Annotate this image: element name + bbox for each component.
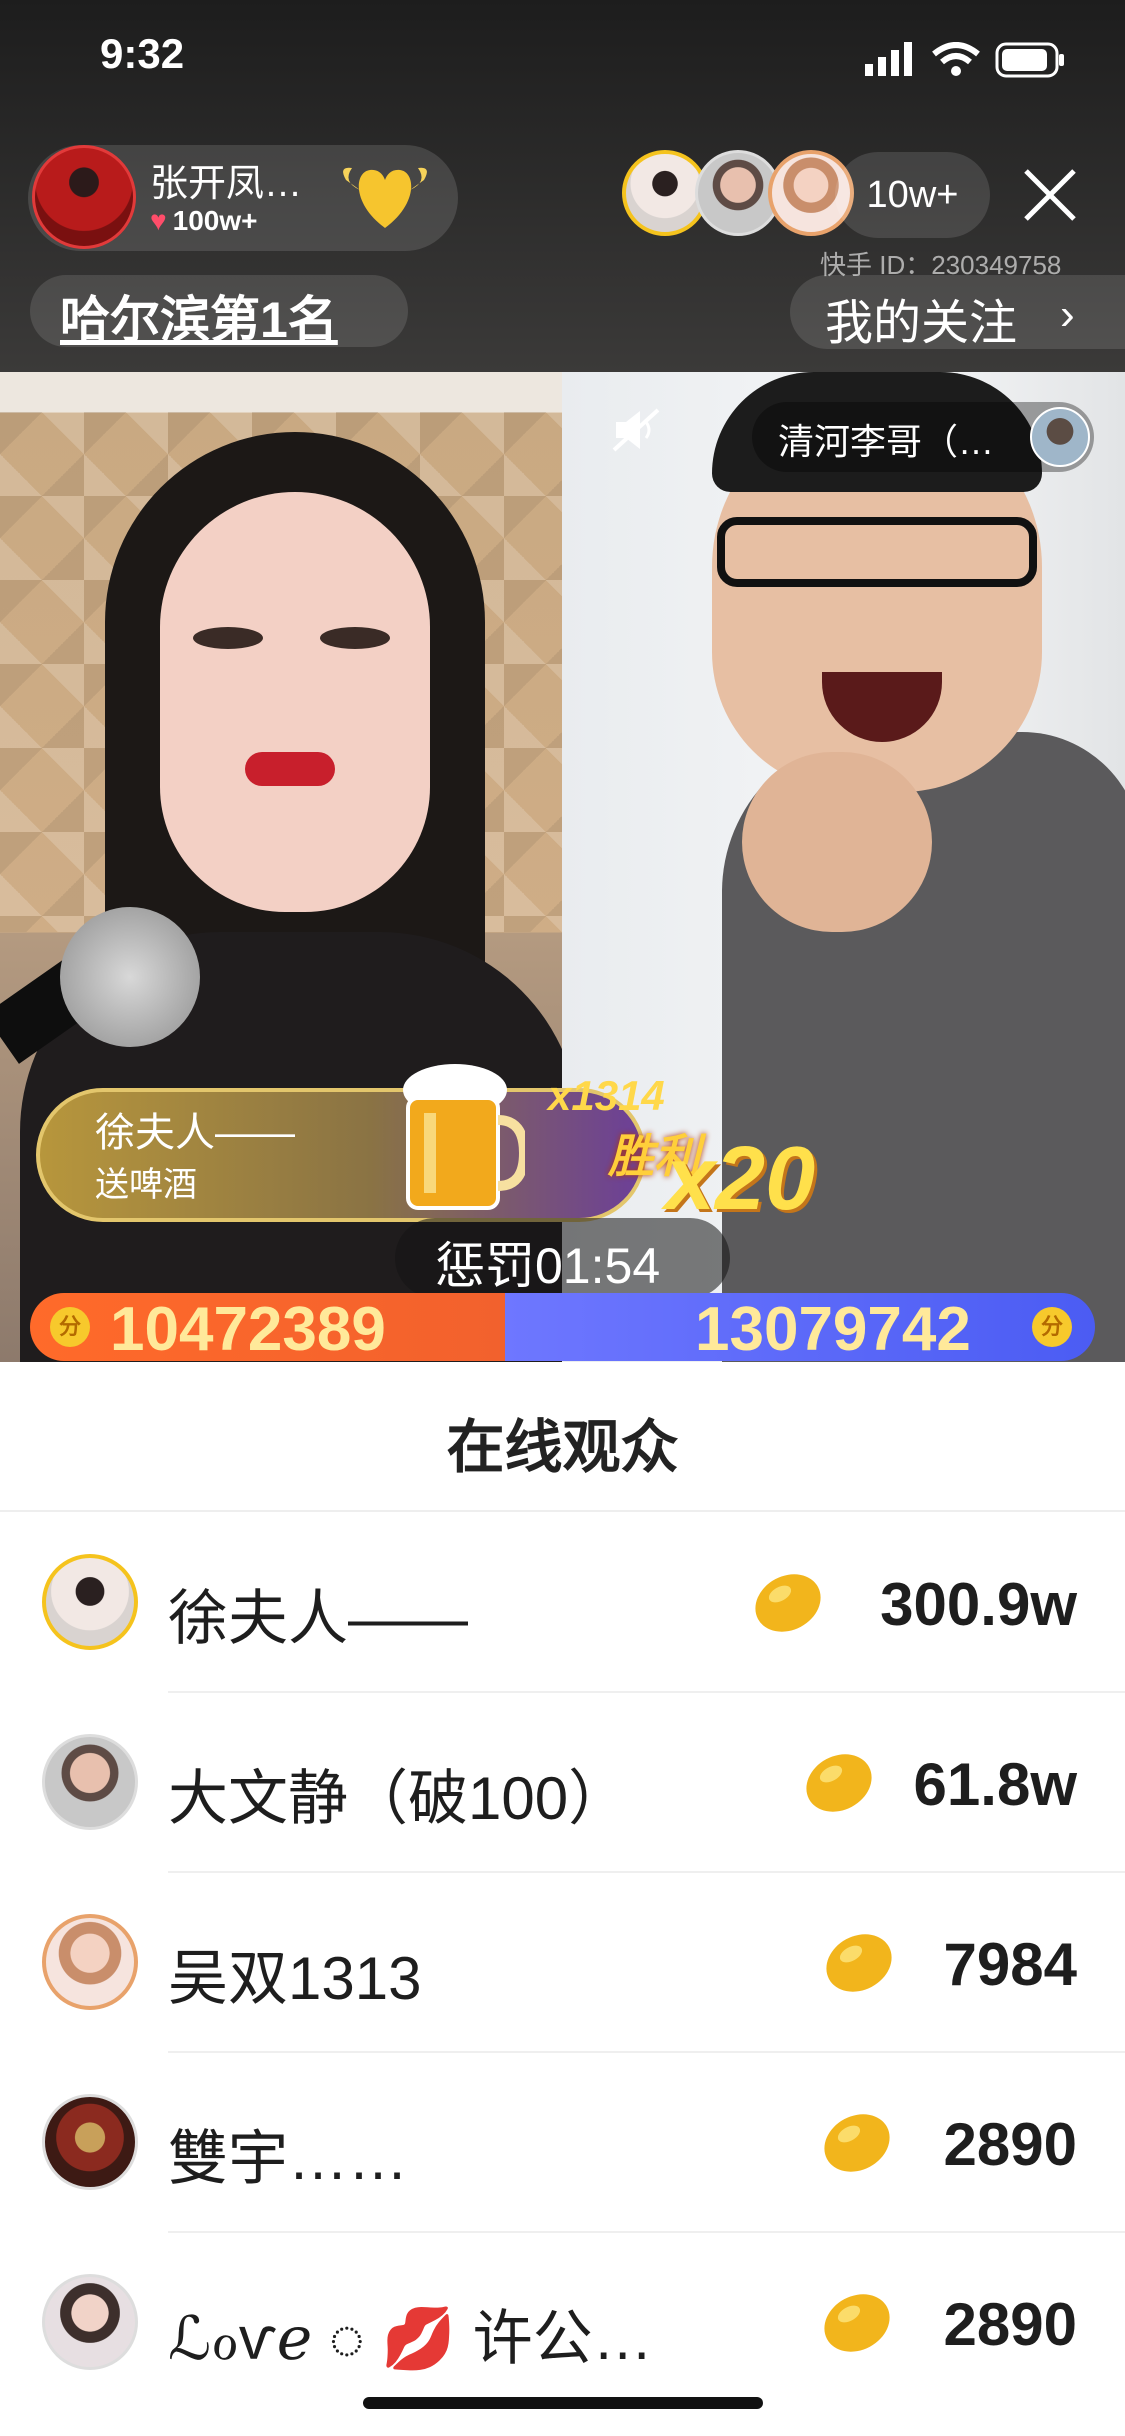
gift-description: 送啤酒 <box>95 1166 197 1204</box>
gold-bean-icon <box>824 2114 890 2172</box>
gift-sender: 徐夫人—— <box>95 1111 295 1155</box>
avatar[interactable] <box>42 1914 138 2010</box>
avatar[interactable] <box>42 2094 138 2190</box>
list-item[interactable]: ℒℴѵℯ ◌ 💋 许公… 2890 <box>0 2232 1125 2412</box>
status-time: 9:32 <box>100 30 185 77</box>
home-indicator[interactable] <box>363 2397 763 2409</box>
viewer-value: 2890 <box>943 2291 1077 2358</box>
chevron-right-icon: › <box>1060 290 1075 339</box>
guest-video <box>562 372 1125 1362</box>
beer-icon <box>403 1064 525 1210</box>
host-avatar[interactable] <box>32 145 136 249</box>
battery-icon <box>995 42 1064 78</box>
viewer-count[interactable]: 10w+ <box>835 152 990 238</box>
viewer-value: 2890 <box>943 2111 1077 2178</box>
win-count: x20 <box>665 1129 816 1229</box>
viewer-value: 61.8w <box>913 1751 1077 1818</box>
viewer-value: 300.9w <box>880 1571 1077 1638</box>
close-icon[interactable] <box>1020 165 1080 225</box>
heart-icon: ♥ <box>150 205 167 236</box>
gold-bean-icon <box>755 1574 821 1632</box>
viewer-name: 雙宇…… <box>168 2125 408 2192</box>
mute-icon[interactable] <box>612 408 666 452</box>
score-right: 13079742 <box>695 1295 971 1364</box>
guest-avatar[interactable] <box>1030 407 1090 467</box>
wifi-icon <box>932 42 980 76</box>
microphone <box>60 907 200 1047</box>
gold-bean-icon <box>824 2294 890 2352</box>
viewer-name: 徐夫人—— <box>168 1585 468 1652</box>
avatar[interactable] <box>42 1734 138 1830</box>
list-item[interactable]: 大文静（破100） 61.8w <box>0 1692 1125 1873</box>
avatar[interactable] <box>42 2274 138 2370</box>
viewer-name: 大文静（破100） <box>168 1765 629 1832</box>
avatar[interactable] <box>42 1554 138 1650</box>
host-likes-value: 100w+ <box>172 205 258 236</box>
viewer-value: 7984 <box>943 1931 1077 1998</box>
coin-icon: 分 <box>50 1307 90 1347</box>
follow-heart-icon[interactable] <box>338 160 432 232</box>
panel-title: 在线观众 <box>446 1415 679 1480</box>
gold-bean-icon <box>806 1754 872 1812</box>
score-left: 10472389 <box>110 1295 386 1364</box>
gold-bean-icon <box>826 1934 892 1992</box>
list-item[interactable]: 雙宇…… 2890 <box>0 2052 1125 2233</box>
guest-name[interactable]: 清河李哥（… <box>778 413 994 465</box>
rank-label[interactable]: 哈尔滨第1名 <box>60 280 338 352</box>
coin-icon: 分 <box>1032 1307 1072 1347</box>
list-item[interactable]: 吴双1313 7984 <box>0 1872 1125 2053</box>
gift-multiplier: x1314 <box>548 1072 665 1119</box>
signal-icon <box>865 42 912 76</box>
viewer-name: ℒℴѵℯ ◌ 💋 许公… <box>168 2305 653 2372</box>
my-follow-label[interactable]: 我的关注 <box>825 283 1017 353</box>
host-likes: ♥ 100w+ <box>150 205 257 237</box>
host-name: 张开凤… <box>150 163 303 205</box>
viewer-name: 吴双1313 <box>168 1945 422 2012</box>
punish-timer: 惩罚01:54 <box>435 1238 661 1294</box>
list-item[interactable]: 徐夫人—— 300.9w <box>0 1512 1125 1693</box>
